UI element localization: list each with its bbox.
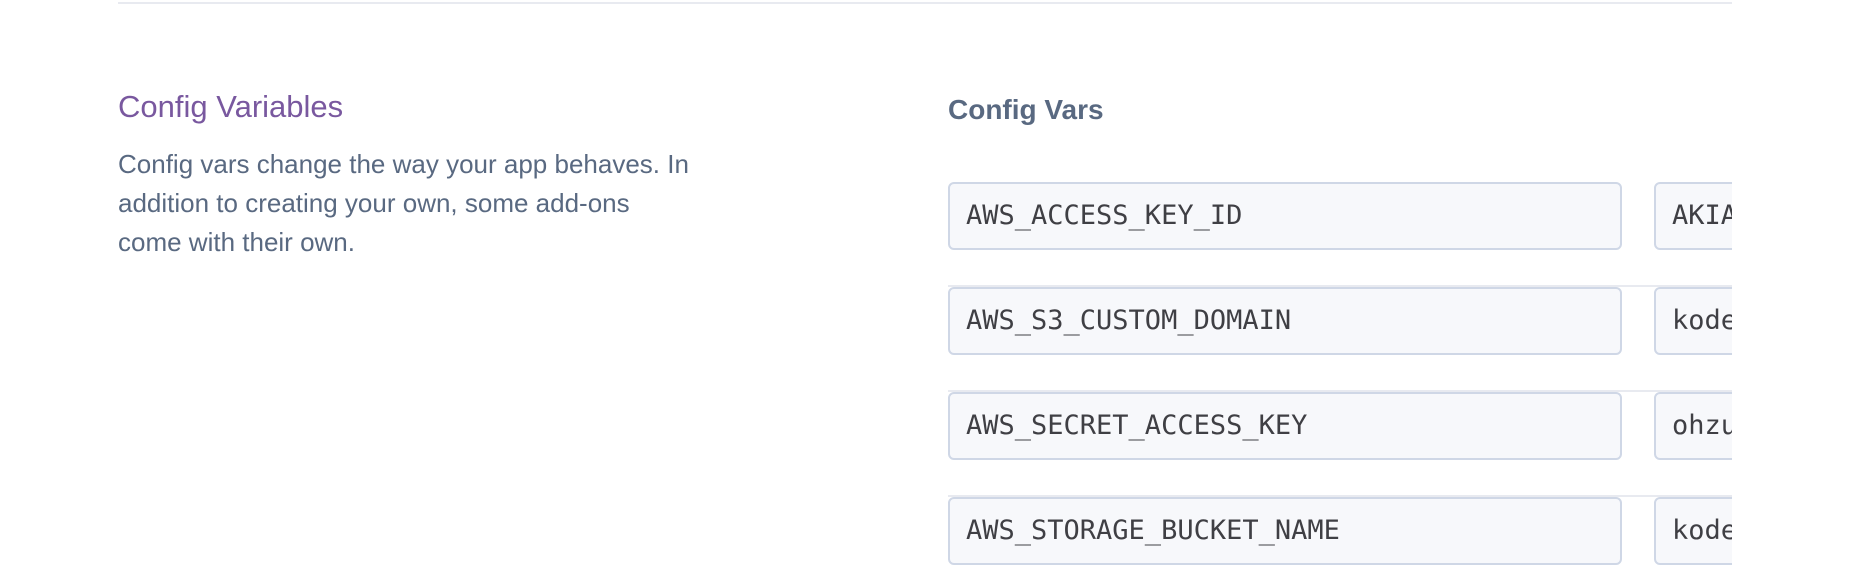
section-title: Config Variables — [118, 89, 344, 124]
config-var-row: AWS_ACCESS_KEY_ID AKIA — [948, 182, 1732, 287]
config-var-key-input[interactable]: AWS_STORAGE_BUCKET_NAME — [948, 497, 1622, 565]
config-var-row: AWS_S3_CUSTOM_DOMAIN kode — [948, 287, 1732, 392]
config-vars-panel: Config Vars AWS_ACCESS_KEY_ID AKIA AWS_S… — [948, 90, 1732, 578]
config-var-value-input[interactable]: ohzu — [1654, 392, 1732, 460]
config-vars-list: AWS_ACCESS_KEY_ID AKIA AWS_S3_CUSTOM_DOM… — [948, 182, 1732, 578]
config-var-value-input[interactable]: AKIA — [1654, 182, 1732, 250]
config-var-key-input[interactable]: AWS_ACCESS_KEY_ID — [948, 182, 1622, 250]
config-var-key-input[interactable]: AWS_SECRET_ACCESS_KEY — [948, 392, 1622, 460]
config-vars-heading: Config Vars — [948, 94, 1104, 125]
config-var-row: AWS_STORAGE_BUCKET_NAME kode — [948, 497, 1732, 578]
config-var-row: AWS_SECRET_ACCESS_KEY ohzu — [948, 392, 1732, 497]
config-var-value-input[interactable]: kode — [1654, 287, 1732, 355]
config-var-key-input[interactable]: AWS_S3_CUSTOM_DOMAIN — [948, 287, 1622, 355]
section-divider — [118, 2, 1732, 4]
section-description: Config vars change the way your app beha… — [118, 149, 689, 257]
config-variables-intro: Config Variables Config vars change the … — [118, 86, 718, 262]
config-var-value-input[interactable]: kode — [1654, 497, 1732, 565]
